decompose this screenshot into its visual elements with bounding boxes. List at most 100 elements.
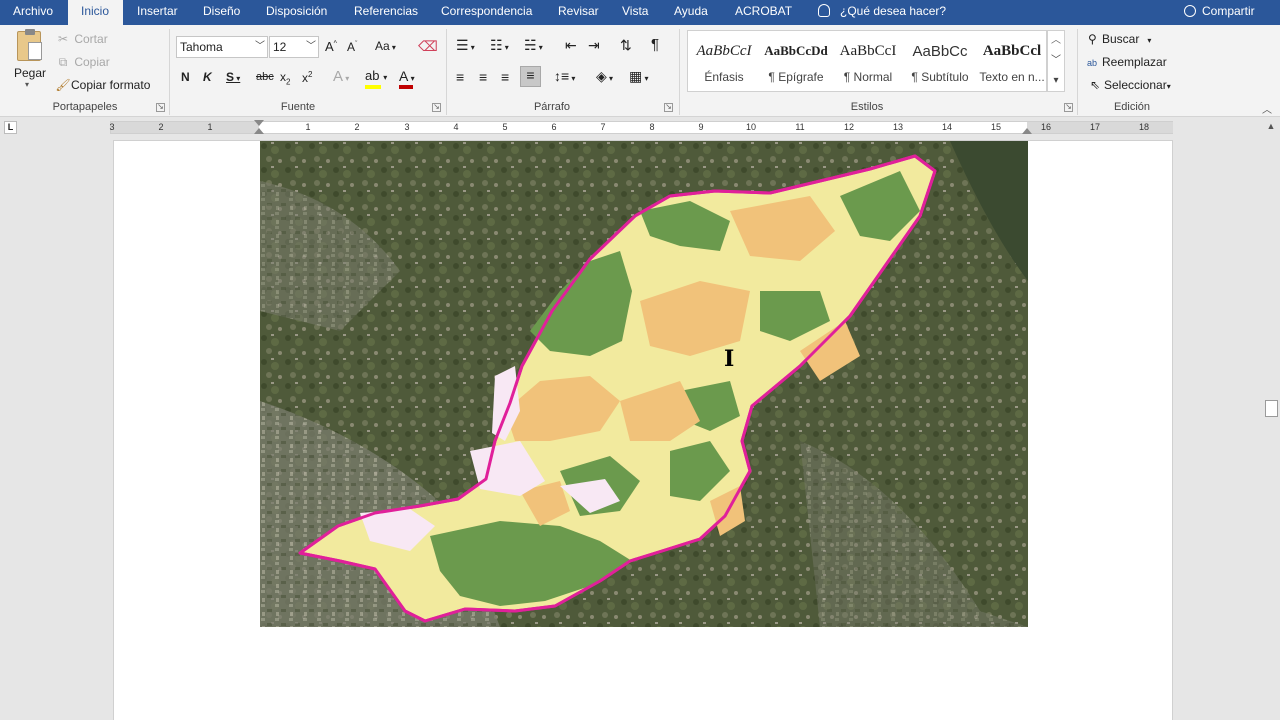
chevron-up-icon[interactable]: ︿	[1048, 31, 1064, 51]
first-line-indent-marker[interactable]	[254, 120, 264, 126]
font-size-combo[interactable]: 12 ﹀	[269, 36, 319, 58]
text-cursor-icon: I	[724, 346, 735, 372]
format-painter-button[interactable]: 🖌Copiar formato	[55, 78, 150, 92]
borders-button[interactable]: ▦ ▾	[629, 68, 648, 85]
change-case-label: Aa	[375, 39, 390, 53]
strikethrough-button[interactable]: abc	[256, 71, 274, 83]
chevron-down-icon: ▾	[25, 80, 30, 89]
highlight-button[interactable]: ab ▾	[365, 68, 387, 89]
align-left-button[interactable]: ≡	[456, 69, 464, 85]
justify-button[interactable]: ≡	[520, 66, 541, 87]
style-preview: AaBbCc	[912, 43, 968, 60]
ruler-number: 3	[109, 122, 115, 132]
tell-me-search[interactable]: ¿Qué desea hacer?	[814, 0, 954, 25]
font-size-value: 12	[273, 40, 287, 54]
replace-button[interactable]: ab Reemplazar	[1087, 55, 1167, 69]
share-button[interactable]: Compartir	[1180, 0, 1272, 25]
ruler-number: 3	[404, 122, 410, 132]
styles-gallery: AaBbCcI Énfasis AaBbCcDd ¶ Epígrafe AaBb…	[687, 30, 1047, 92]
paste-label: Pegar	[14, 66, 47, 80]
change-case-button[interactable]: Aa ▾	[375, 39, 396, 53]
paintbrush-icon: 🖌	[55, 78, 71, 92]
text-effects-button[interactable]: A ▾	[333, 68, 349, 85]
sort-button[interactable]: ⇅	[620, 37, 632, 54]
bullets-button[interactable]: ☰ ▾	[456, 37, 475, 54]
align-right-icon: ≡	[501, 69, 510, 85]
font-color-button[interactable]: A ▾	[399, 68, 415, 89]
grow-font-button[interactable]: A^	[325, 39, 337, 54]
more-styles-icon[interactable]: ▾	[1048, 71, 1064, 91]
tab-diseno[interactable]: Diseño	[196, 0, 246, 25]
increase-indent-button[interactable]: ⇥	[588, 37, 600, 54]
justify-icon: ≡	[526, 67, 535, 83]
tab-ayuda[interactable]: Ayuda	[668, 0, 720, 25]
paste-button[interactable]: Pegar ▾	[12, 29, 48, 91]
increase-indent-icon: ⇥	[588, 37, 600, 53]
tab-selector[interactable]: L	[4, 121, 17, 134]
decrease-indent-button[interactable]: ⇤	[565, 37, 577, 54]
ruler-number: 7	[600, 122, 606, 132]
copy-label: Copiar	[74, 55, 110, 69]
style-name: ¶ Epígrafe	[768, 70, 824, 84]
collapse-ribbon-icon[interactable]: ︿	[1262, 101, 1272, 116]
tab-correspondencia[interactable]: Correspondencia	[434, 0, 541, 25]
map-image[interactable]	[260, 141, 1028, 627]
find-button[interactable]: ⚲ Buscar ▾	[1088, 32, 1151, 46]
align-center-button[interactable]: ≡	[479, 69, 487, 85]
decrease-indent-icon: ⇤	[565, 37, 577, 53]
font-name-combo[interactable]: Tahoma ﹀	[176, 36, 268, 58]
ruler-number: 1	[207, 122, 213, 132]
shrink-font-button[interactable]: Aˇ	[347, 40, 357, 54]
highlight-color-bar	[365, 85, 381, 89]
italic-button[interactable]: K	[203, 70, 212, 84]
line-spacing-button[interactable]: ↕≡ ▾	[554, 68, 575, 84]
vertical-scrollbar[interactable]: ▲	[1262, 117, 1280, 720]
replace-icon: ab	[1087, 58, 1098, 68]
superscript-button[interactable]: x2	[302, 70, 312, 85]
style-preview: AaBbCcDd	[764, 43, 828, 58]
font-group-label: Fuente	[280, 101, 316, 113]
multilevel-list-button[interactable]: ☵ ▾	[524, 37, 543, 54]
paragraph-launcher-icon[interactable]: ↘	[664, 103, 673, 112]
tab-disposicion[interactable]: Disposición	[259, 0, 335, 25]
tab-insertar[interactable]: Insertar	[130, 0, 185, 25]
tab-archivo[interactable]: Archivo	[5, 0, 61, 25]
right-indent-marker[interactable]	[1022, 128, 1032, 134]
shading-button[interactable]: ◈ ▾	[596, 68, 613, 85]
style-subtitulo[interactable]: AaBbCc ¶ Subtítulo	[904, 31, 976, 91]
clipboard-launcher-icon[interactable]: ↘	[156, 103, 165, 112]
show-marks-button[interactable]: ¶	[651, 36, 659, 53]
tab-revisar[interactable]: Revisar	[551, 0, 606, 25]
word-window: Archivo Inicio Insertar Diseño Disposici…	[0, 0, 1280, 720]
chevron-down-icon[interactable]: ﹀	[1048, 51, 1064, 71]
tab-referencias[interactable]: Referencias	[347, 0, 427, 25]
style-texto-en-negrita[interactable]: AaBbCcl Texto en n...	[976, 31, 1048, 91]
subscript-icon: x2	[280, 70, 291, 87]
style-enfasis[interactable]: AaBbCcI Énfasis	[688, 31, 760, 91]
scroll-thumb[interactable]	[1265, 400, 1278, 417]
select-button[interactable]: ⇖ Seleccionar▾	[1090, 78, 1171, 92]
styles-launcher-icon[interactable]: ↘	[1064, 103, 1073, 112]
tab-acrobat[interactable]: ACROBAT	[728, 0, 800, 25]
style-epigrafe[interactable]: AaBbCcDd ¶ Epígrafe	[760, 31, 832, 91]
clear-formatting-button[interactable]: ⌫	[418, 38, 438, 55]
tab-inicio[interactable]: Inicio	[68, 0, 123, 26]
bold-button[interactable]: N	[181, 70, 190, 84]
underline-button[interactable]: S ▾	[226, 70, 240, 84]
chevron-down-icon: ▾	[1166, 82, 1171, 91]
style-preview: AaBbCcI	[839, 43, 897, 59]
text-effects-icon: A	[333, 68, 344, 85]
tab-vista[interactable]: Vista	[615, 0, 660, 25]
scroll-up-arrow-icon[interactable]: ▲	[1264, 119, 1278, 133]
style-normal[interactable]: AaBbCcI ¶ Normal	[832, 31, 904, 91]
font-launcher-icon[interactable]: ↘	[432, 103, 441, 112]
ruler-number: 1	[305, 122, 311, 132]
group-divider	[1077, 29, 1078, 115]
subscript-button[interactable]: x2	[280, 70, 290, 86]
left-indent-marker[interactable]	[254, 128, 264, 134]
numbering-button[interactable]: ☷ ▾	[490, 37, 509, 54]
copy-button[interactable]: ⧉ Copiar	[55, 55, 110, 70]
ruler-number: 11	[795, 122, 805, 132]
align-right-button[interactable]: ≡	[501, 69, 509, 85]
cut-button[interactable]: ✂ Cortar	[55, 32, 108, 46]
